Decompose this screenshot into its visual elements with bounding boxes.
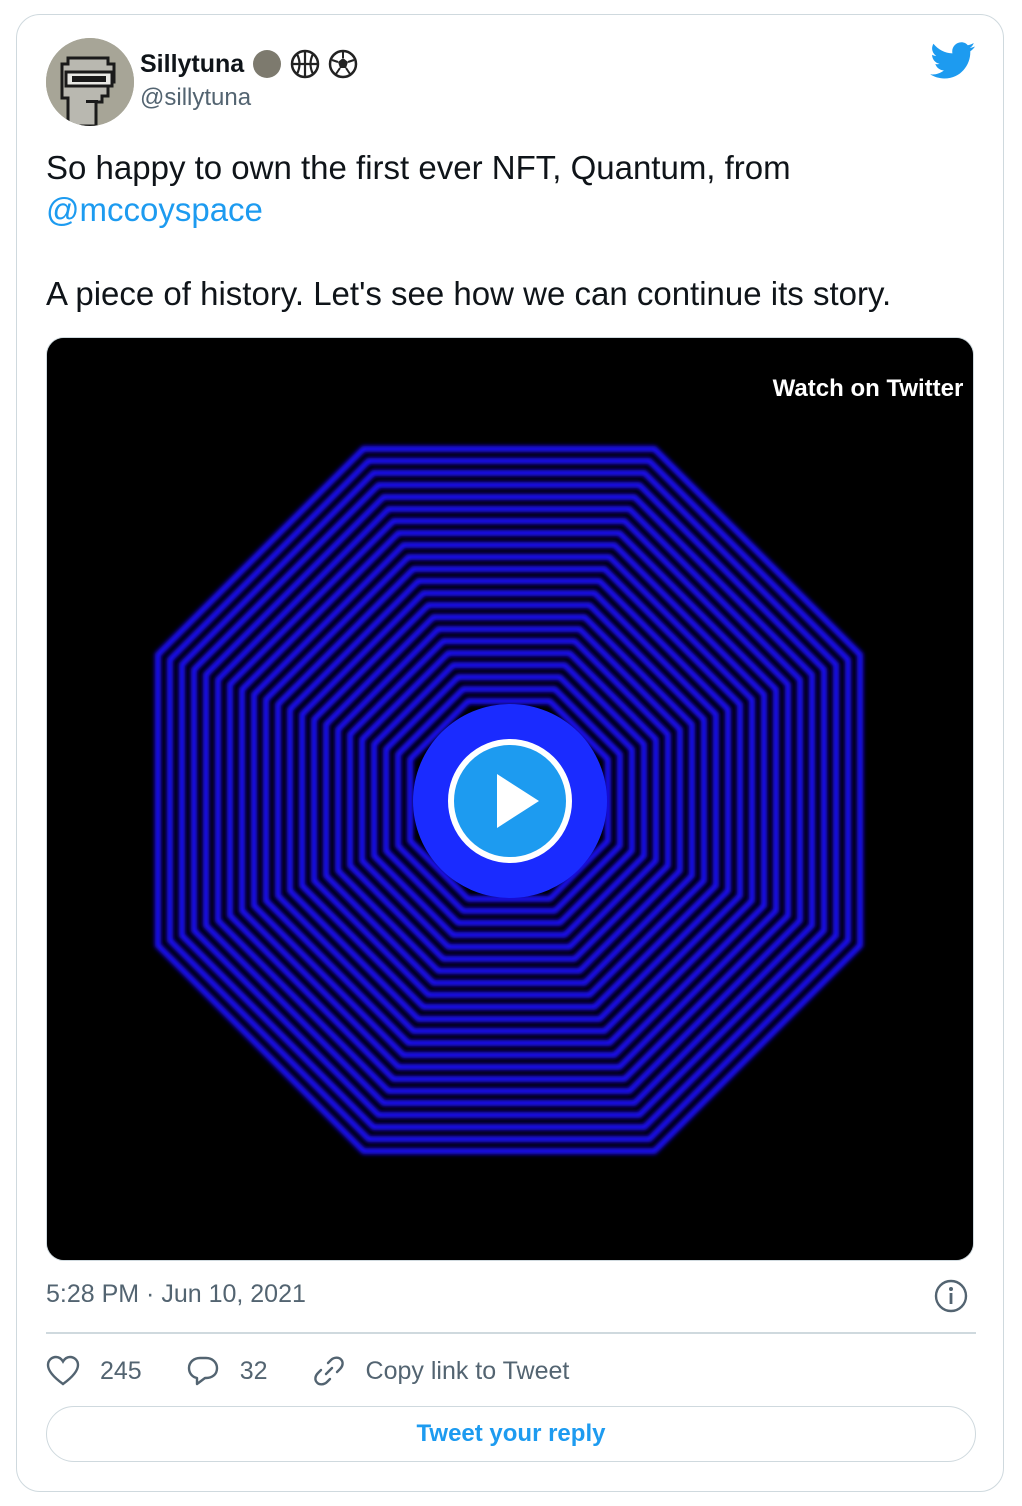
play-button[interactable] bbox=[413, 704, 607, 898]
author-name[interactable]: Sillytuna bbox=[140, 50, 244, 79]
reply-bubble-icon bbox=[187, 1356, 218, 1386]
author-handle[interactable]: @sillytuna bbox=[140, 84, 251, 112]
watch-on-twitter-button[interactable]: Watch on Twitter bbox=[743, 362, 973, 416]
reply-action[interactable]: 32 bbox=[186, 1355, 268, 1387]
tweet-timestamp[interactable]: 5:28 PM · Jun 10, 2021 bbox=[46, 1280, 306, 1309]
tweet-line-1: So happy to own the first ever NFT, Quan… bbox=[46, 149, 791, 186]
action-bar: 245 32 Copy link to Tweet bbox=[46, 1350, 613, 1392]
info-icon[interactable] bbox=[934, 1279, 968, 1313]
basketball-icon bbox=[290, 49, 320, 79]
play-icon bbox=[413, 704, 607, 898]
video-player[interactable]: Watch on Twitter bbox=[46, 337, 974, 1261]
badges bbox=[252, 49, 358, 79]
reply-count: 32 bbox=[239, 1356, 268, 1385]
mention-link[interactable]: @mccoyspace bbox=[46, 189, 976, 231]
tweet-text: So happy to own the first ever NFT, Quan… bbox=[46, 147, 976, 315]
copy-link-label: Copy link to Tweet bbox=[365, 1356, 570, 1385]
grey-circle-icon bbox=[253, 50, 282, 78]
soccer-ball-icon bbox=[328, 49, 358, 79]
copy-link-action[interactable]: Copy link to Tweet bbox=[312, 1354, 570, 1388]
like-action[interactable]: 245 bbox=[46, 1355, 142, 1387]
twitter-bird-icon[interactable] bbox=[930, 42, 976, 80]
author-row: Sillytuna bbox=[140, 47, 358, 81]
like-count: 245 bbox=[100, 1356, 142, 1385]
divider bbox=[46, 1332, 976, 1334]
avatar[interactable] bbox=[46, 38, 134, 126]
link-icon bbox=[313, 1356, 344, 1386]
tweet-your-reply-button[interactable]: Tweet your reply bbox=[46, 1406, 976, 1462]
heart-icon bbox=[46, 1355, 80, 1386]
tweet-line-2: A piece of history. Let's see how we can… bbox=[46, 275, 892, 312]
pixel-avatar-icon bbox=[46, 38, 134, 126]
